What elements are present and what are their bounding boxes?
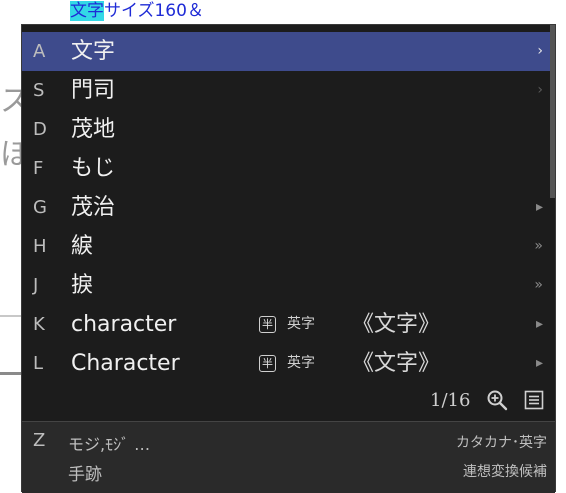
candidate-category: 英字 [287,316,315,332]
candidate-footer: 1/16 [22,380,555,420]
candidate-reference: 《文字》 [352,312,441,337]
half-width-badge-icon: 半 [259,355,276,372]
expand-chevron-icon[interactable]: › [537,32,543,71]
scrollbar-thumb[interactable] [550,25,555,198]
reading-sub-panel[interactable]: Z モジ,ﾓｼﾞ … 手跡 カタカナ･英字 連想変換候補 [22,421,555,493]
candidate-text: 文字 [71,39,116,64]
candidate-row[interactable]: H 綟 » [22,227,555,266]
candidate-text: Character [71,351,180,376]
candidate-key: F [33,158,44,179]
related-word: 手跡 [68,465,102,485]
candidate-text: 綟 [71,234,94,259]
sub-panel-key: Z [33,430,46,451]
composition-text-line: 文字サイズ160＆ [70,0,204,22]
expand-triangle-icon[interactable]: ▸ [536,305,543,344]
candidate-list: A 文字 › S 門司 › D 茂地 F もじ G 茂治 ▸ H 綟 » J 捩… [22,32,555,383]
candidate-key: A [33,41,46,62]
reading-text: モジ,ﾓｼﾞ … [68,435,151,454]
document-divider [0,315,22,317]
candidate-text: 門司 [71,78,116,103]
candidate-key: S [33,80,45,101]
zoom-in-icon[interactable] [486,389,508,411]
candidate-row[interactable]: D 茂地 [22,110,555,149]
composition-highlight: 文字 [70,1,104,21]
double-chevron-icon[interactable]: » [534,266,543,305]
candidate-row[interactable]: K character 半 英字 《文字》 ▸ [22,305,555,344]
conversion-type-label: カタカナ･英字 [456,435,547,451]
candidate-text: 捩 [71,273,94,298]
candidate-row[interactable]: F もじ [22,149,555,188]
candidate-row[interactable]: J 捩 » [22,266,555,305]
candidate-row[interactable]: L Character 半 英字 《文字》 ▸ [22,344,555,383]
candidate-key: L [33,353,44,374]
composition-rest: サイズ160＆ [104,1,204,21]
candidate-key: D [33,119,47,140]
candidate-key: H [33,236,47,257]
page-counter: 1/16 [430,390,471,411]
expand-triangle-icon[interactable]: ▸ [536,344,543,383]
candidate-text: もじ [71,156,116,181]
candidate-row[interactable]: A 文字 › [22,32,555,71]
candidate-key: G [33,197,47,218]
candidate-text: 茂治 [71,195,116,220]
candidate-text: 茂地 [71,117,116,142]
expand-chevron-icon[interactable]: › [537,71,543,110]
ime-candidate-window: A 文字 › S 門司 › D 茂地 F もじ G 茂治 ▸ H 綟 » J 捩… [21,24,556,493]
candidate-reference: 《文字》 [352,351,441,376]
candidate-key: K [33,314,45,335]
candidate-text: character [71,312,177,337]
candidate-key: J [33,275,39,296]
candidate-row[interactable]: G 茂治 ▸ [22,188,555,227]
candidate-category: 英字 [287,355,315,371]
double-chevron-icon[interactable]: » [534,227,543,266]
expand-triangle-icon[interactable]: ▸ [536,188,543,227]
half-width-badge-icon: 半 [259,316,276,333]
document-divider [0,372,22,375]
associative-candidates-label: 連想変換候補 [463,464,547,480]
list-icon[interactable] [523,389,545,411]
candidate-row[interactable]: S 門司 › [22,71,555,110]
